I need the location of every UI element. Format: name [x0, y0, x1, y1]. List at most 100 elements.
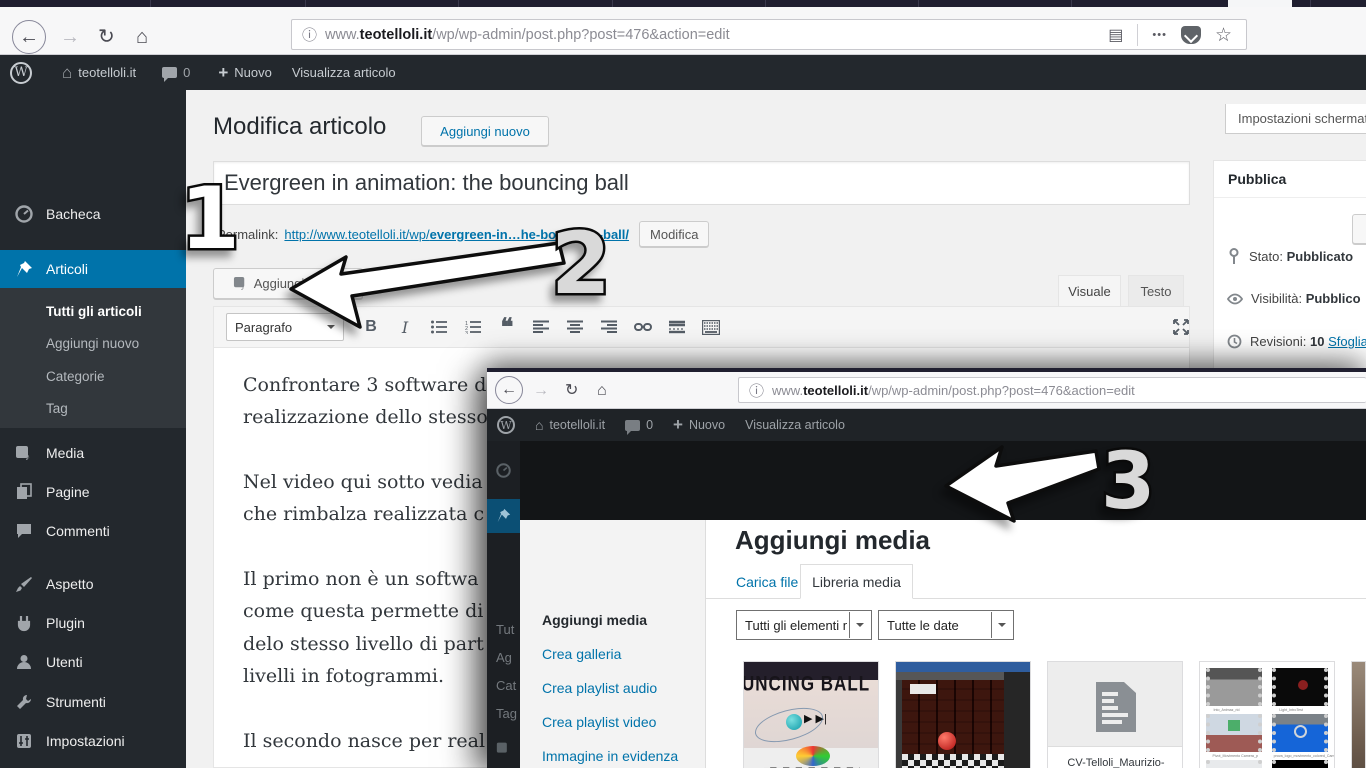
- add-media-modal: Aggiungi media Crea galleria Crea playli…: [520, 520, 1366, 768]
- blockquote-button[interactable]: ❝: [490, 313, 524, 341]
- permalink-link[interactable]: http://www.teotelloli.it/wp/evergreen-in…: [284, 227, 629, 242]
- home-button[interactable]: ⌂: [136, 27, 148, 47]
- overlay-url-bar[interactable]: ⓘ www.teotelloli.it/wp/wp-admin/post.php…: [738, 377, 1366, 403]
- menu-item-immagine-in-evidenza[interactable]: Immagine in evidenza: [542, 748, 678, 764]
- editor-text-line[interactable]: che rimbalza realizzata c: [243, 503, 484, 525]
- editor-text-line[interactable]: delo stesso livello di part: [243, 633, 484, 655]
- site-info-icon[interactable]: ⓘ: [302, 24, 317, 45]
- bookmark-star-icon[interactable]: ☆: [1215, 24, 1232, 47]
- back-button[interactable]: ←: [12, 20, 46, 54]
- add-new-post-button[interactable]: Aggiungi nuovo: [421, 116, 549, 146]
- link-button[interactable]: [626, 313, 660, 341]
- active-browser-tab[interactable]: [1228, 0, 1292, 7]
- overlay-reload-button[interactable]: ↻: [565, 381, 578, 401]
- sidebar-item-utenti[interactable]: Utenti: [0, 643, 186, 681]
- editor-text-line[interactable]: livelli in fotogrammi.: [243, 665, 444, 687]
- pin-icon: [14, 260, 34, 278]
- wp-logo-menu[interactable]: W: [487, 409, 525, 441]
- media-item-partial[interactable]: [1351, 661, 1366, 768]
- sidebar-item-pagine[interactable]: Pagine: [0, 473, 186, 511]
- sidebar-item-articoli[interactable]: Articoli: [0, 250, 186, 288]
- menu-item-crea-playlist-audio[interactable]: Crea playlist audio: [542, 680, 657, 696]
- numbered-list-button[interactable]: 123: [456, 313, 490, 341]
- forward-button[interactable]: →: [60, 27, 80, 47]
- sidebar-item-tutti-gli-articoli[interactable]: Tutti gli articoli: [46, 304, 142, 319]
- url-bar[interactable]: ⓘ www.teotelloli.it/wp/wp-admin/post.php…: [291, 19, 1247, 50]
- reload-button[interactable]: ↻: [98, 27, 115, 47]
- sidebar-item-aggiungi-nuovo[interactable]: Aggiungi nuovo: [46, 336, 139, 351]
- revisions-value: 10: [1310, 334, 1324, 349]
- sidebar-item-aspetto[interactable]: Aspetto: [0, 565, 186, 603]
- media-type-filter-select[interactable]: Tutti gli elementi me: [736, 610, 872, 640]
- sidebar-item-impostazioni[interactable]: Impostazioni: [0, 722, 186, 760]
- media-item-3d-software-screenshot[interactable]: [895, 661, 1031, 768]
- url-text[interactable]: www.teotelloli.it/wp/wp-admin/post.php?p…: [325, 27, 730, 43]
- editor-text-line[interactable]: Nel video qui sotto vedia: [243, 471, 483, 493]
- editor-text-line[interactable]: Confrontare 3 software di: [243, 374, 493, 396]
- media-item-pdf-document[interactable]: CV-Telloli_Maurizio- 2018.pdf: [1047, 661, 1183, 768]
- menu-item-aggiungi-media[interactable]: Aggiungi media: [542, 612, 647, 628]
- bullet-list-button[interactable]: [422, 313, 456, 341]
- sidebar-item-media[interactable]: ♪ Media: [0, 434, 186, 472]
- toolbar-toggle-button[interactable]: [694, 313, 728, 341]
- align-center-button[interactable]: [558, 313, 592, 341]
- menu-item-crea-galleria[interactable]: Crea galleria: [542, 646, 621, 662]
- browser-tab-strip[interactable]: [0, 0, 1366, 7]
- overlay-home-button[interactable]: ⌂: [597, 381, 607, 401]
- edit-permalink-button[interactable]: Modifica: [639, 221, 709, 247]
- pocket-icon[interactable]: [1181, 26, 1201, 44]
- overlay-back-button[interactable]: ←: [495, 376, 523, 404]
- wp-admin-sidebar: Bacheca Articoli Tutti gli articoli Aggi…: [0, 90, 186, 768]
- sidebar-item-strumenti[interactable]: Strumenti: [0, 683, 186, 721]
- preview-button-stub[interactable]: [1352, 214, 1366, 244]
- sidebar-item-categorie[interactable]: Categorie: [46, 369, 105, 384]
- sidebar-item-bacheca[interactable]: Bacheca: [0, 195, 186, 233]
- sidebar-item-commenti[interactable]: Commenti: [0, 512, 186, 550]
- wp-logo-menu[interactable]: W: [0, 55, 42, 90]
- new-label: Nuovo: [234, 65, 272, 80]
- new-content-menu[interactable]: + Nuovo: [663, 409, 735, 441]
- editor-text-line[interactable]: Il primo non è un softwa: [243, 568, 479, 590]
- date-filter-select[interactable]: Tutte le date: [878, 610, 1014, 640]
- site-menu[interactable]: ⌂ teotelloli.it: [525, 409, 615, 441]
- browse-revisions-link[interactable]: Sfoglia: [1328, 334, 1366, 349]
- menu-item-crea-playlist-video[interactable]: Crea playlist video: [542, 714, 656, 730]
- editor-text-line[interactable]: Il secondo nasce per real: [243, 730, 485, 752]
- screenshot-root: ← → ↻ ⌂ ⓘ www.teotelloli.it/wp/wp-admin/…: [0, 0, 1366, 768]
- site-menu[interactable]: ⌂ teotelloli.it: [52, 55, 146, 90]
- reader-mode-icon[interactable]: ▤: [1108, 25, 1123, 45]
- new-content-menu[interactable]: + Nuovo: [208, 55, 282, 90]
- italic-button[interactable]: I: [388, 313, 422, 341]
- view-post-link[interactable]: Visualizza articolo: [735, 409, 855, 441]
- add-media-button[interactable]: ♪ Aggiungi media: [213, 268, 363, 299]
- comments-menu[interactable]: 0: [615, 409, 663, 441]
- comments-menu[interactable]: 0: [152, 55, 200, 90]
- paragraph-format-select[interactable]: Paragrafo: [226, 313, 344, 341]
- post-title-input[interactable]: Evergreen in animation: the bouncing bal…: [213, 161, 1190, 205]
- editor-text-line[interactable]: realizzazione dello stesso: [243, 406, 488, 428]
- sidebar-item-tag[interactable]: Tag: [46, 401, 68, 416]
- page-actions-icon[interactable]: •••: [1152, 29, 1167, 41]
- align-right-button[interactable]: [592, 313, 626, 341]
- permalink-slug: evergreen-in…he-bouncing-ball/: [430, 227, 629, 242]
- media-item-video-contact-sheet[interactable]: Into_Animaz_rid Light_IntroTest Pivot_Mo…: [1199, 661, 1335, 768]
- chevron-down-icon: [327, 325, 335, 333]
- tab-visuale[interactable]: Visuale: [1058, 275, 1121, 306]
- overlay-forward-button[interactable]: →: [533, 381, 549, 401]
- fullscreen-button[interactable]: [1164, 313, 1198, 341]
- tab-libreria-media[interactable]: Libreria media: [800, 564, 913, 599]
- sidebar-item-plugin[interactable]: Plugin: [0, 604, 186, 642]
- media-modal-menu: Aggiungi media Crea galleria Crea playli…: [520, 520, 706, 768]
- media-item-bouncing-ball-collage[interactable]: UNCING BALL ▶ ▶|: [743, 661, 879, 768]
- read-more-tag-button[interactable]: [660, 313, 694, 341]
- bold-button[interactable]: B: [354, 313, 388, 341]
- screen-options-tab[interactable]: Impostazioni schermata: [1225, 104, 1366, 134]
- align-left-button[interactable]: [524, 313, 558, 341]
- overlay-url-text: www.teotelloli.it/wp/wp-admin/post.php?p…: [772, 383, 1135, 398]
- revisions-label: Revisioni:: [1250, 334, 1306, 349]
- tab-testo[interactable]: Testo: [1128, 275, 1184, 306]
- tab-carica-file[interactable]: Carica file: [736, 574, 798, 590]
- overlay-screenshot-window: ← → ↻ ⌂ ⓘ www.teotelloli.it/wp/wp-admin/…: [487, 368, 1366, 768]
- editor-text-line[interactable]: come questa permette di: [243, 600, 483, 622]
- view-post-link[interactable]: Visualizza articolo: [282, 55, 406, 90]
